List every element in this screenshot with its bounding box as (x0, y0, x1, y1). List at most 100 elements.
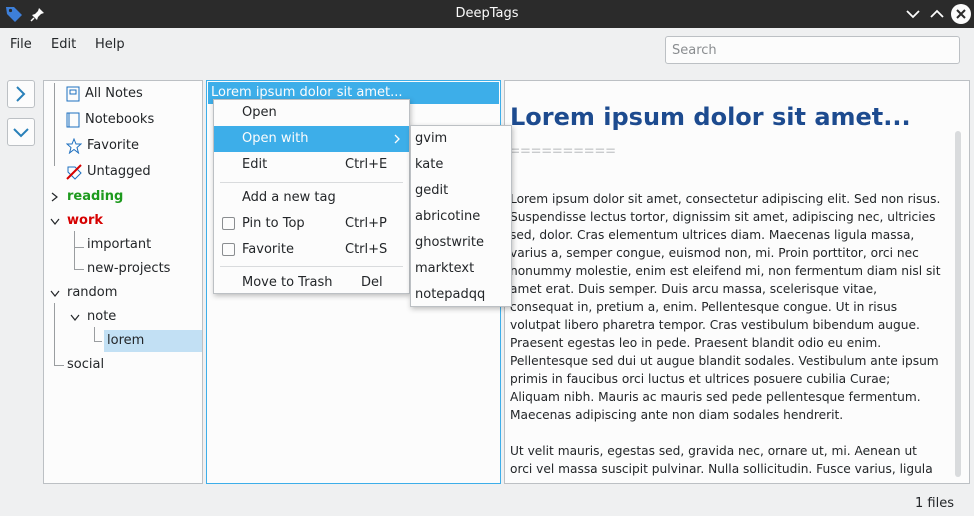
chevron-down-icon (50, 290, 60, 297)
menu-shortcut: Ctrl+E (345, 157, 388, 172)
tree-guide (74, 247, 84, 248)
menu-item-label: gvim (415, 131, 448, 146)
submenu-gvim[interactable]: gvim (411, 126, 511, 152)
chevron-down-icon (70, 314, 80, 321)
menu-move-to-trash[interactable]: Move to Trash Del (214, 270, 409, 296)
submenu-abricotine[interactable]: abricotine (411, 204, 511, 230)
tree-item-label: reading (67, 189, 124, 204)
menu-separator (220, 266, 403, 267)
star-icon (66, 138, 82, 154)
expand-button[interactable] (7, 80, 35, 108)
menu-shortcut: Ctrl+S (345, 242, 388, 257)
menu-item-label: gedit (415, 183, 449, 198)
pin-checkbox[interactable] (222, 217, 235, 230)
favorite-checkbox[interactable] (222, 243, 235, 256)
tree-item-work[interactable]: work (50, 210, 103, 232)
menu-item-label: Open (242, 105, 277, 120)
tree-guide (54, 83, 55, 166)
tree-item-all-notes[interactable]: All Notes (66, 83, 143, 105)
menu-item-label: notepadqq (415, 287, 486, 302)
chevron-down-icon (50, 218, 60, 225)
preview-scrollbar[interactable] (955, 131, 961, 477)
tree-item-new-projects[interactable]: new-projects (87, 258, 170, 280)
tree-item-note[interactable]: note (70, 306, 116, 328)
title-bar: DeepTags (0, 0, 974, 28)
menu-item-label: Pin to Top (242, 216, 305, 231)
menu-open[interactable]: Open (214, 100, 409, 126)
tree-item-label: All Notes (85, 86, 143, 101)
tree-item-favorite[interactable]: Favorite (66, 135, 139, 157)
submenu-gedit[interactable]: gedit (411, 178, 511, 204)
status-bar: 1 files (0, 488, 974, 516)
search-input[interactable] (665, 36, 960, 64)
open-with-submenu: gvim kate gedit abricotine ghostwrite ma… (410, 125, 512, 307)
menu-open-with[interactable]: Open with (214, 126, 409, 152)
menu-shortcut: Ctrl+P (345, 216, 387, 231)
submenu-notepadqq[interactable]: notepadqq (411, 282, 511, 308)
tree-guide (74, 269, 84, 270)
tree-item-social[interactable]: social (67, 354, 104, 376)
menu-item-label: abricotine (415, 209, 481, 224)
tree-item-reading[interactable]: reading (50, 186, 123, 208)
maximize-icon[interactable] (927, 4, 947, 24)
tree-item-label: important (87, 237, 152, 252)
chevron-right-icon (394, 134, 400, 144)
tree-item-label: Notebooks (85, 112, 155, 127)
file-count: 1 files (915, 496, 954, 511)
menu-item-label: ghostwrite (415, 235, 484, 250)
tree-item-label: social (67, 357, 105, 372)
minimize-icon[interactable] (903, 4, 923, 24)
menu-add-tag[interactable]: Add a new tag (214, 185, 409, 211)
tree-item-notebooks[interactable]: Notebooks (66, 109, 154, 131)
menu-item-label: Move to Trash (242, 275, 333, 290)
tree-item-label: random (67, 285, 118, 300)
menu-item-label: kate (415, 157, 444, 172)
tree-guide (74, 231, 75, 269)
tag-tree: All Notes Notebooks Favorite Untagged re… (43, 80, 203, 484)
note-preview: Lorem ipsum dolor sit amet... ==========… (504, 80, 970, 484)
tree-item-untagged[interactable]: Untagged (66, 161, 151, 183)
tree-guide (54, 365, 64, 366)
submenu-kate[interactable]: kate (411, 152, 511, 178)
menu-item-label: Favorite (242, 242, 294, 257)
preview-paragraph: Lorem ipsum dolor sit amet, consectetur … (510, 192, 941, 422)
menu-file[interactable]: File (10, 37, 32, 52)
notebook-icon (66, 86, 80, 102)
menu-separator (220, 182, 403, 183)
submenu-ghostwrite[interactable]: ghostwrite (411, 230, 511, 256)
collapse-button[interactable] (7, 118, 35, 146)
preview-paragraph: Ut velit mauris, egestas sed, gravida ne… (510, 444, 933, 483)
tree-guide (94, 327, 95, 341)
submenu-marktext[interactable]: marktext (411, 256, 511, 282)
chevron-down-icon (13, 128, 29, 138)
untagged-icon (66, 164, 82, 180)
chevron-right-icon (16, 86, 26, 102)
menu-favorite[interactable]: Favorite Ctrl+S (214, 237, 409, 263)
close-icon[interactable] (950, 3, 972, 25)
tree-guide (94, 341, 102, 342)
menu-pin-to-top[interactable]: Pin to Top Ctrl+P (214, 211, 409, 237)
menu-edit[interactable]: Edit (51, 37, 76, 52)
context-menu: Open Open with Edit Ctrl+E Add a new tag… (213, 99, 410, 294)
tree-item-label: Untagged (87, 164, 151, 179)
tree-item-label: new-projects (87, 261, 171, 276)
tree-item-important[interactable]: important (87, 234, 151, 256)
notebook-icon (66, 112, 80, 128)
menu-item-label: Open with (242, 131, 309, 146)
menu-edit[interactable]: Edit Ctrl+E (214, 152, 409, 178)
preview-heading-underline: ========== (510, 141, 617, 160)
chevron-right-icon (51, 192, 58, 202)
tree-item-label: Favorite (87, 138, 139, 153)
menu-shortcut: Del (361, 275, 383, 290)
tree-item-label: work (67, 213, 103, 228)
menu-item-label: marktext (415, 261, 475, 276)
tree-item-label: lorem (107, 333, 145, 348)
preview-title: Lorem ipsum dolor sit amet... (510, 103, 911, 131)
window-title: DeepTags (455, 6, 519, 21)
menu-help[interactable]: Help (95, 37, 125, 52)
menu-item-label: Add a new tag (242, 190, 336, 205)
tree-guide (54, 303, 55, 365)
tree-item-lorem[interactable]: lorem (104, 330, 202, 352)
tree-item-random[interactable]: random (50, 282, 117, 304)
tree-item-label: note (87, 309, 117, 324)
